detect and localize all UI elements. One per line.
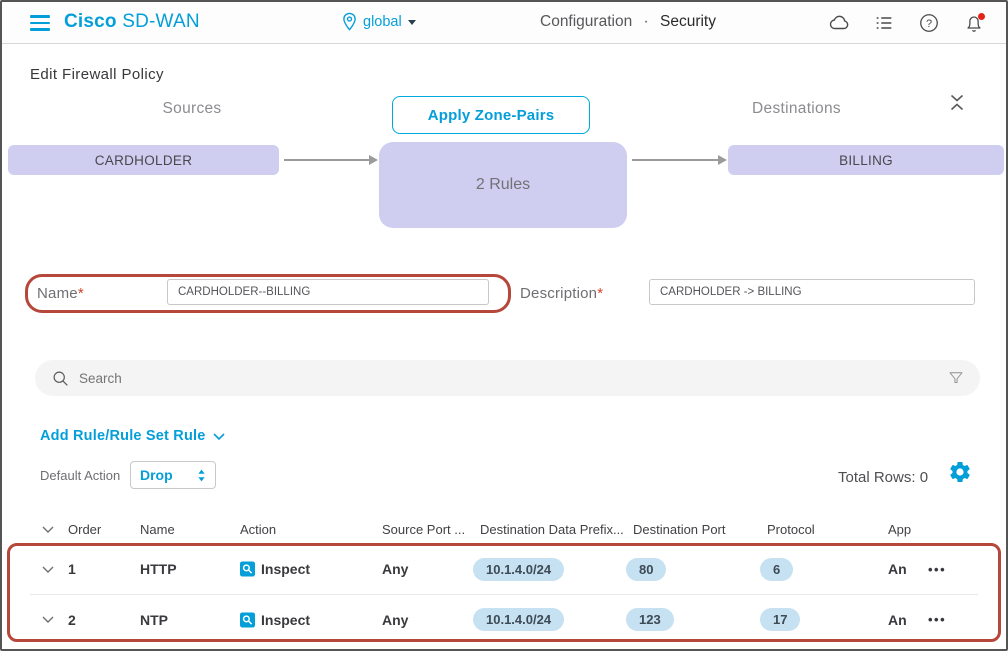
- list-icon[interactable]: [872, 11, 896, 35]
- protocol-badge: 17: [760, 608, 800, 631]
- rule-app: An: [888, 612, 928, 628]
- default-action-label: Default Action: [40, 468, 120, 483]
- dest-port-badge: 80: [626, 558, 666, 581]
- required-asterisk: *: [597, 285, 603, 302]
- brand-rest: SD-WAN: [122, 11, 200, 32]
- rule-app: An: [888, 561, 928, 577]
- notification-dot: [978, 13, 985, 20]
- column-header-order: Order: [68, 522, 140, 537]
- location-pin-icon: [342, 12, 357, 31]
- svg-text:?: ?: [926, 18, 932, 30]
- row-expand-chevron-icon[interactable]: [30, 566, 68, 573]
- column-header-dest-port: Destination Port: [633, 522, 767, 537]
- column-settings-gear-icon[interactable]: [948, 460, 972, 484]
- search-icon: [52, 370, 69, 387]
- rule-action: Inspect: [240, 612, 382, 628]
- rule-name: HTTP: [140, 561, 240, 577]
- inspect-icon: [240, 612, 255, 628]
- default-action-value: Drop: [140, 467, 173, 483]
- inspect-icon: [240, 561, 255, 577]
- help-icon[interactable]: ?: [917, 11, 941, 35]
- search-input[interactable]: [79, 371, 947, 386]
- column-header-dest-prefix: Destination Data Prefix...: [480, 522, 633, 537]
- description-label: Description*: [520, 285, 603, 302]
- top-nav: Cisco SD-WAN global Configuration · Secu…: [2, 2, 1006, 44]
- rules-summary-box[interactable]: 2 Rules: [379, 142, 627, 228]
- flow-arrow: [284, 159, 370, 161]
- sources-label: Sources: [102, 100, 282, 118]
- rules-table: Order Name Action Source Port ... Destin…: [30, 514, 978, 644]
- add-rule-link[interactable]: Add Rule/Rule Set Rule: [40, 428, 225, 444]
- row-more-button[interactable]: •••: [928, 612, 978, 627]
- main-content: Edit Firewall Policy Sources Apply Zone-…: [2, 44, 1006, 651]
- rule-action: Inspect: [240, 561, 382, 577]
- dest-prefix-badge: 10.1.4.0/24: [473, 608, 564, 631]
- breadcrumb-page: Security: [660, 13, 716, 30]
- column-header-protocol: Protocol: [767, 522, 888, 537]
- location-label: global: [363, 14, 402, 30]
- table-row: 1 HTTP Inspect Any 10.1.4.0/24 80 6 An •…: [30, 544, 978, 594]
- row-expand-chevron-icon[interactable]: [30, 616, 68, 623]
- description-input[interactable]: [649, 279, 975, 305]
- destinations-label: Destinations: [704, 100, 889, 118]
- rule-order: 1: [68, 561, 140, 577]
- chevron-down-icon: [950, 94, 964, 102]
- row-more-button[interactable]: •••: [928, 562, 978, 577]
- collapse-panel-control[interactable]: [950, 94, 964, 111]
- table-header-row: Order Name Action Source Port ... Destin…: [30, 514, 978, 544]
- column-header-name: Name: [140, 522, 240, 537]
- source-zone-chip[interactable]: CARDHOLDER: [8, 145, 279, 175]
- name-label: Name*: [37, 285, 84, 302]
- nav-icon-group: ?: [827, 2, 986, 44]
- page-title: Edit Firewall Policy: [30, 66, 164, 83]
- chevron-down-icon: [213, 433, 225, 440]
- search-bar[interactable]: [35, 360, 980, 396]
- filter-icon[interactable]: [947, 369, 965, 387]
- breadcrumb-section[interactable]: Configuration: [540, 13, 632, 30]
- total-rows-label: Total Rows: 0: [838, 469, 928, 486]
- brand-bold: Cisco: [64, 11, 117, 32]
- caret-down-icon: [408, 20, 416, 25]
- dest-prefix-badge: 10.1.4.0/24: [473, 558, 564, 581]
- name-input[interactable]: [167, 279, 489, 305]
- app-window: Cisco SD-WAN global Configuration · Secu…: [0, 0, 1008, 651]
- location-selector[interactable]: global: [342, 12, 416, 31]
- notifications-button[interactable]: [962, 11, 986, 35]
- column-header-action: Action: [240, 522, 382, 537]
- table-row: 2 NTP Inspect Any 10.1.4.0/24 123 17 An …: [30, 594, 978, 644]
- chevron-up-icon: [950, 103, 964, 111]
- expand-all-chevron-icon[interactable]: [30, 526, 68, 533]
- apply-zone-pairs-button[interactable]: Apply Zone-Pairs: [392, 96, 590, 134]
- required-asterisk: *: [78, 285, 84, 302]
- destination-zone-chip[interactable]: BILLING: [728, 145, 1004, 175]
- rule-source-port: Any: [382, 612, 480, 628]
- brand-logo: Cisco SD-WAN: [64, 11, 200, 33]
- rule-order: 2: [68, 612, 140, 628]
- column-header-source-port: Source Port ...: [382, 522, 480, 537]
- dest-port-badge: 123: [626, 608, 674, 631]
- hamburger-icon: [30, 15, 50, 18]
- default-action-select[interactable]: Drop: [130, 461, 216, 489]
- column-header-app: App: [888, 522, 928, 537]
- rule-name: NTP: [140, 612, 240, 628]
- breadcrumb: Configuration · Security: [540, 13, 716, 31]
- flow-arrow: [632, 159, 719, 161]
- breadcrumb-separator: ·: [644, 13, 649, 30]
- cloud-icon[interactable]: [827, 11, 851, 35]
- sort-arrows-icon: [197, 469, 206, 482]
- rule-source-port: Any: [382, 561, 480, 577]
- menu-button[interactable]: [30, 14, 52, 32]
- protocol-badge: 6: [760, 558, 793, 581]
